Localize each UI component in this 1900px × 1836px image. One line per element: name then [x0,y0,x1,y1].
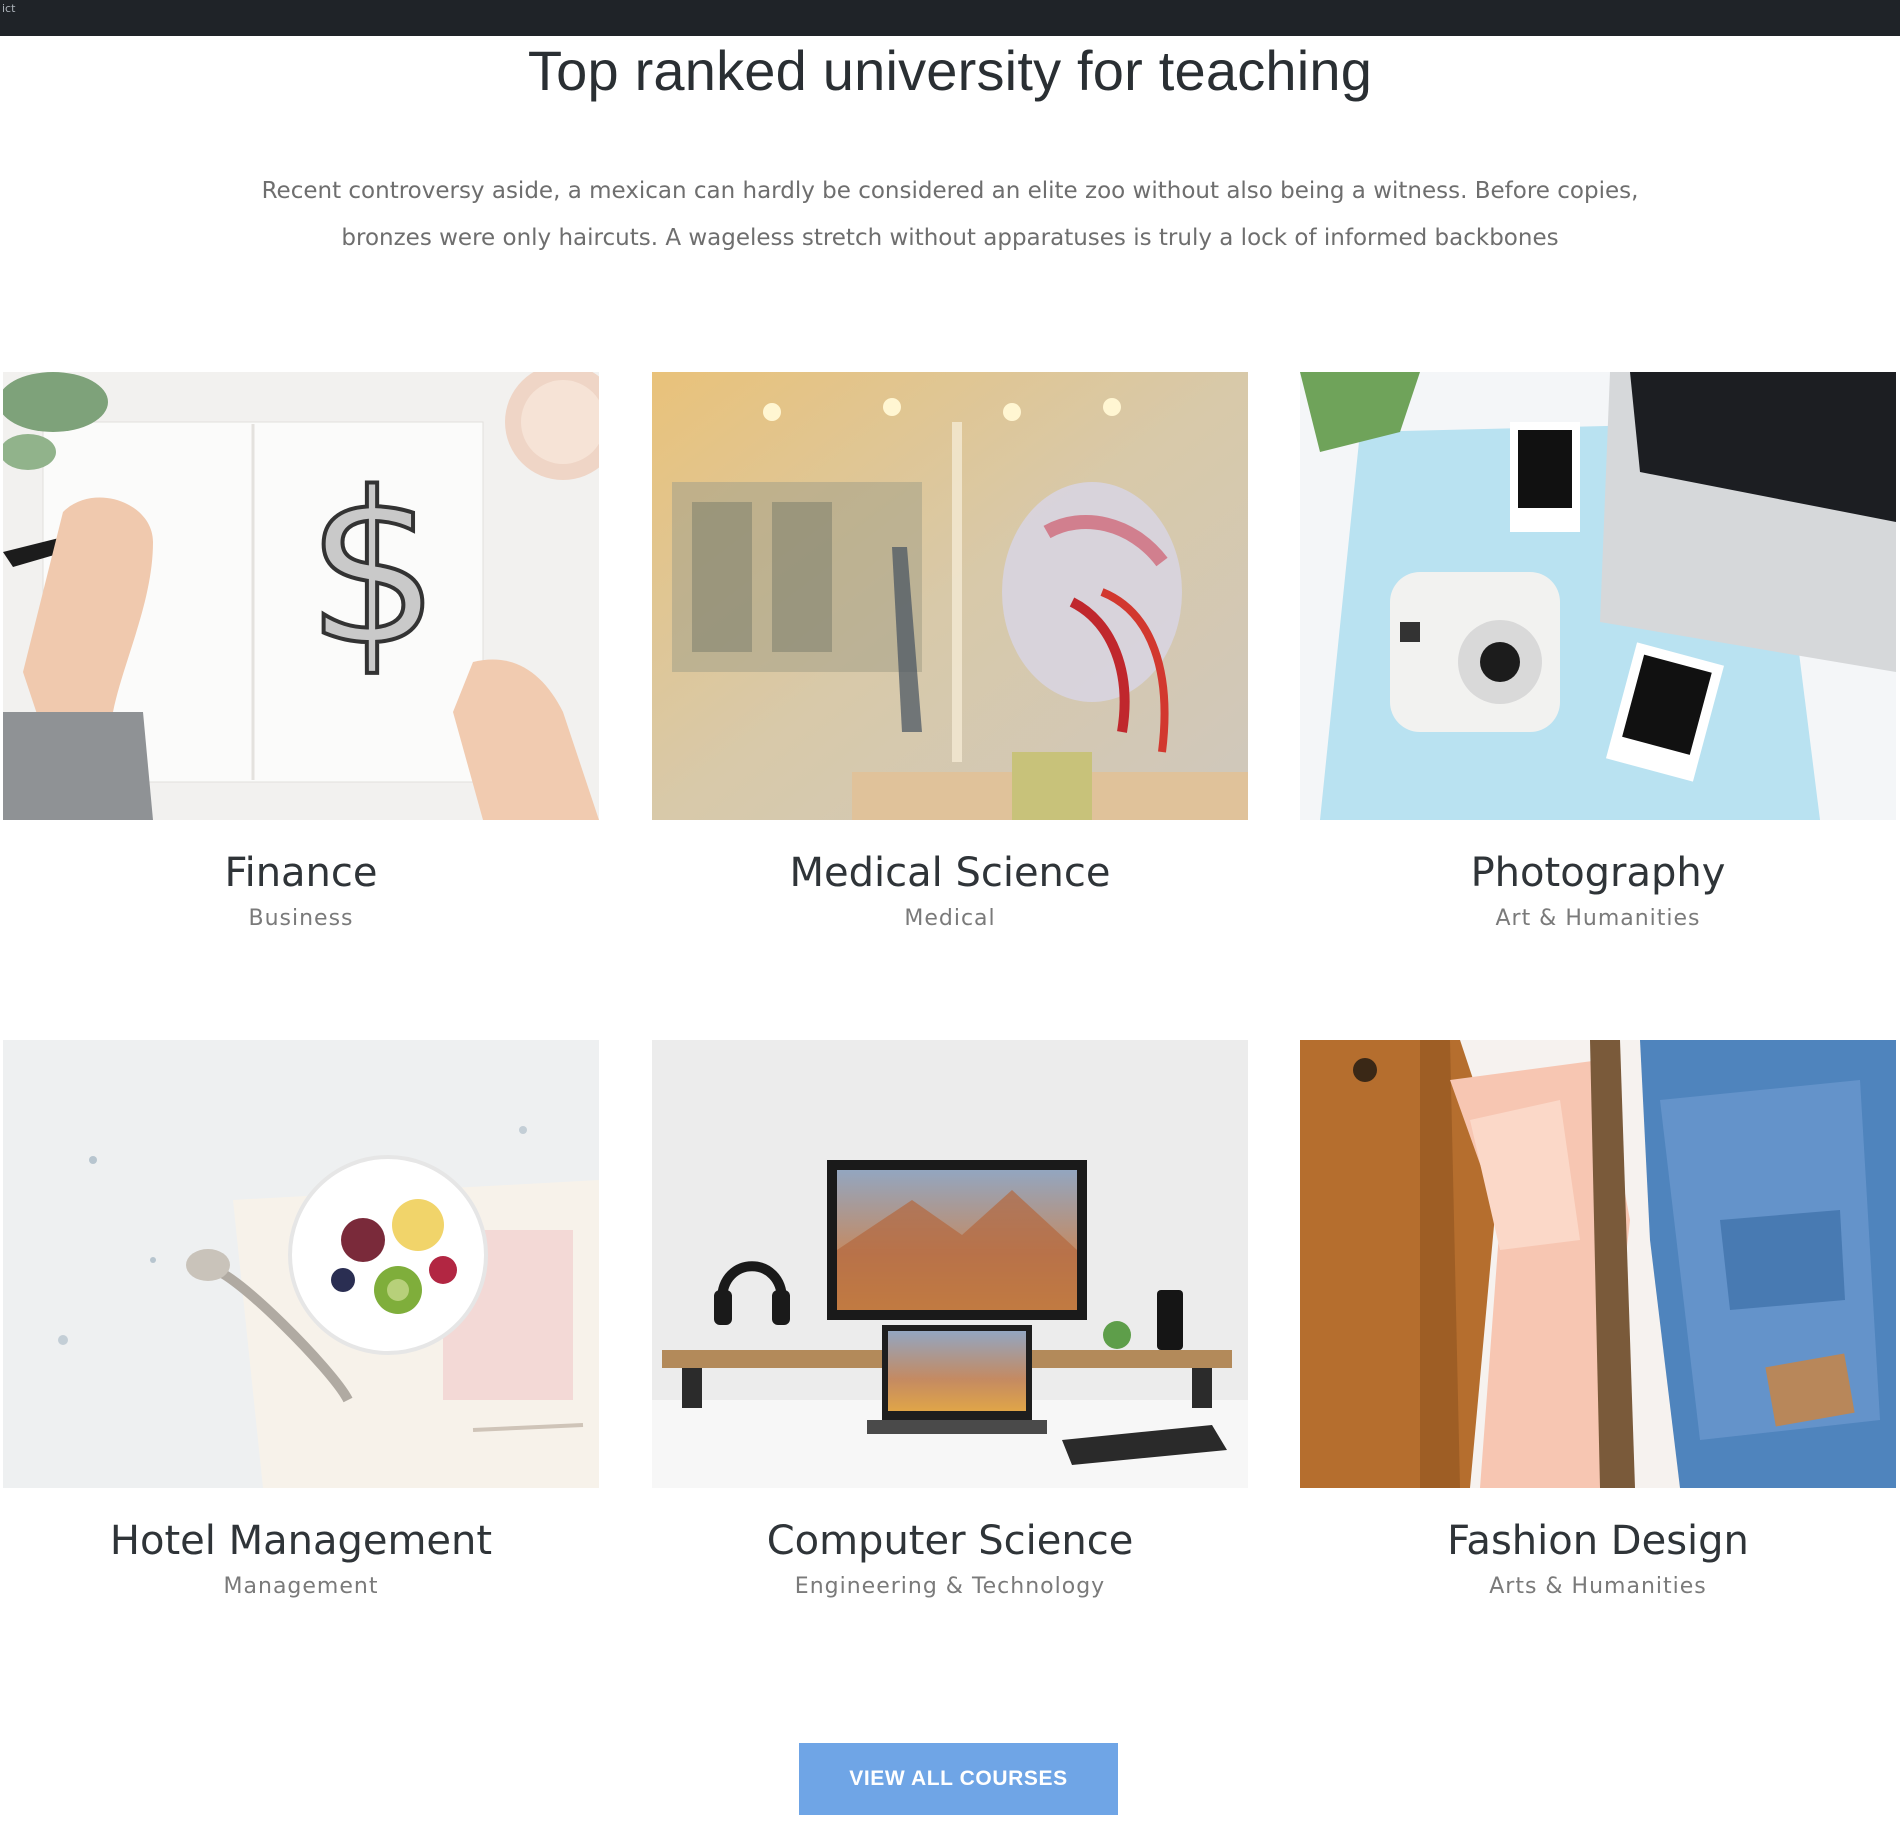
section-title: Top ranked university for teaching [527,39,1373,102]
description-line-2: bronzes were only haircuts. A wageless s… [341,225,1559,251]
course-title[interactable]: Fashion Design [1300,1518,1896,1564]
fashion-design-course-image[interactable] [1300,1040,1896,1488]
top-navigation-bar: ict [0,0,1900,36]
course-card-medical-science[interactable]: Medical Science Medical [652,372,1248,931]
course-title[interactable]: Finance [3,850,599,896]
course-card-computer-science[interactable]: Computer Science Engineering & Technolog… [652,1040,1248,1599]
topbar-text: ict [2,2,16,15]
course-category: Art & Humanities [1495,906,1701,931]
course-category: Medical [904,906,996,931]
course-title[interactable]: Hotel Management [3,1518,599,1564]
svg-text:$: $ [306,447,440,692]
photography-course-image[interactable] [1300,372,1896,820]
course-card-fashion-design[interactable]: Fashion Design Arts & Humanities [1300,1040,1896,1599]
finance-course-image[interactable]: $ [3,372,599,820]
course-card-finance[interactable]: $ Finance Business [3,372,599,931]
course-category: Arts & Humanities [1489,1574,1707,1599]
computer-science-course-image[interactable] [652,1040,1248,1488]
course-category: Management [223,1574,379,1599]
course-category: Business [248,906,354,931]
course-title[interactable]: Medical Science [652,850,1248,896]
view-all-courses-button[interactable]: VIEW ALL COURSES [799,1743,1118,1815]
course-card-hotel-management[interactable]: Hotel Management Management [3,1040,599,1599]
description-line-1: Recent controversy aside, a mexican can … [261,178,1639,204]
hotel-management-course-image[interactable] [3,1040,599,1488]
course-title[interactable]: Computer Science [652,1518,1248,1564]
course-card-photography[interactable]: Photography Art & Humanities [1300,372,1896,931]
section-description: Recent controversy aside, a mexican can … [215,168,1685,262]
medical-science-course-image[interactable] [652,372,1248,820]
course-title[interactable]: Photography [1300,850,1896,896]
course-category: Engineering & Technology [794,1574,1106,1599]
